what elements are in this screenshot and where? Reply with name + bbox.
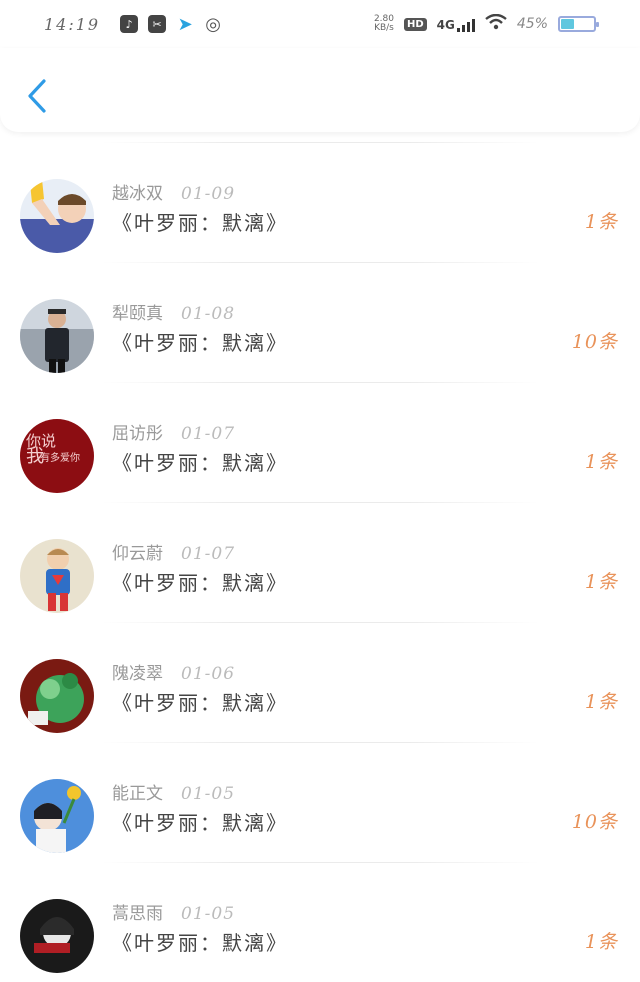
battery-fill bbox=[561, 19, 575, 29]
item-count: 10条 bbox=[571, 331, 618, 353]
item-count: 1条 bbox=[584, 571, 618, 593]
hd-badge: HD bbox=[404, 17, 427, 31]
avatar[interactable] bbox=[20, 299, 94, 373]
battery-percent: 45% bbox=[516, 16, 548, 32]
user-name: 屈访彤 bbox=[112, 424, 163, 444]
avatar[interactable] bbox=[20, 539, 94, 613]
item-count: 1条 bbox=[584, 931, 618, 953]
user-name: 隗凌翠 bbox=[112, 664, 163, 684]
scissors-app-icon: ✂ bbox=[148, 15, 167, 33]
item-date: 01-07 bbox=[181, 544, 236, 564]
status-bar: 14:19 ♪ ✂ ➤ ◎ 2.80 KB/s HD 4G 45% bbox=[0, 0, 640, 48]
item-title: 《叶罗丽：默漓》 bbox=[112, 691, 288, 715]
orbit-app-icon: ◎ bbox=[205, 13, 221, 35]
net-speed-unit: KB/s bbox=[374, 23, 394, 33]
list-item[interactable]: 越冰双 01-09 《叶罗丽：默漓》 1条 bbox=[0, 143, 640, 262]
item-date: 01-08 bbox=[181, 304, 236, 324]
back-button[interactable] bbox=[22, 76, 52, 116]
list-item[interactable]: 能正文 01-05 《叶罗丽：默漓》 10条 bbox=[0, 743, 640, 862]
signal-icon bbox=[456, 16, 475, 32]
item-header: 蒿思雨 01-05 bbox=[112, 899, 235, 924]
item-date: 01-09 bbox=[181, 184, 236, 204]
item-header: 屈访彤 01-07 bbox=[112, 419, 235, 444]
status-time: 14:19 bbox=[44, 14, 101, 34]
avatar[interactable] bbox=[20, 179, 94, 253]
chevron-left-icon bbox=[28, 79, 46, 113]
list-item[interactable]: 犁颐真 01-08 《叶罗丽：默漓》 10条 bbox=[0, 263, 640, 382]
list-item[interactable]: 蒿思雨 01-05 《叶罗丽：默漓》 1条 bbox=[0, 863, 640, 982]
user-name: 蒿思雨 bbox=[112, 904, 163, 924]
network-label: 4G bbox=[436, 18, 455, 32]
item-title: 《叶罗丽：默漓》 bbox=[112, 931, 288, 955]
item-count: 1条 bbox=[584, 451, 618, 473]
item-date: 01-05 bbox=[181, 904, 236, 924]
user-name: 仰云蔚 bbox=[112, 544, 163, 564]
user-name: 能正文 bbox=[112, 784, 163, 804]
header-bar bbox=[0, 48, 640, 132]
avatar-caption-line: 有多爱你 bbox=[40, 453, 80, 464]
list-item[interactable]: 仰云蔚 01-07 《叶罗丽：默漓》 1条 bbox=[0, 503, 640, 622]
battery-icon bbox=[558, 16, 599, 32]
item-date: 01-05 bbox=[181, 784, 236, 804]
list-item[interactable]: 隗凌翠 01-06 《叶罗丽：默漓》 1条 bbox=[0, 623, 640, 742]
wifi-icon bbox=[485, 13, 507, 34]
user-name: 犁颐真 bbox=[112, 304, 163, 324]
item-date: 01-06 bbox=[181, 664, 236, 684]
list-item[interactable]: 你说 我 有多爱你 屈访彤 01-07 《叶罗丽：默漓》 1条 bbox=[0, 383, 640, 502]
item-date: 01-07 bbox=[181, 424, 236, 444]
item-count: 10条 bbox=[571, 811, 618, 833]
music-app-icon: ♪ bbox=[120, 15, 139, 33]
item-header: 隗凌翠 01-06 bbox=[112, 659, 235, 684]
avatar[interactable] bbox=[20, 659, 94, 733]
item-header: 犁颐真 01-08 bbox=[112, 299, 235, 324]
avatar[interactable] bbox=[20, 899, 94, 973]
status-bar-right: 2.80 KB/s HD 4G 45% bbox=[374, 13, 599, 34]
status-bar-left: 14:19 ♪ ✂ ➤ ◎ bbox=[44, 13, 222, 35]
user-name: 越冰双 bbox=[112, 184, 163, 204]
item-title: 《叶罗丽：默漓》 bbox=[112, 211, 288, 235]
avatar-caption: 你说 我 有多爱你 bbox=[26, 433, 80, 467]
item-header: 能正文 01-05 bbox=[112, 779, 235, 804]
avatar[interactable] bbox=[20, 779, 94, 853]
item-title: 《叶罗丽：默漓》 bbox=[112, 331, 288, 355]
item-header: 仰云蔚 01-07 bbox=[112, 539, 235, 564]
item-header: 越冰双 01-09 bbox=[112, 179, 235, 204]
item-title: 《叶罗丽：默漓》 bbox=[112, 811, 288, 835]
message-list: 越冰双 01-09 《叶罗丽：默漓》 1条 犁颐真 01-08 《叶罗丽：默漓》 1… bbox=[0, 142, 640, 982]
item-count: 1条 bbox=[584, 691, 618, 713]
item-title: 《叶罗丽：默漓》 bbox=[112, 571, 288, 595]
bird-app-icon: ➤ bbox=[177, 13, 193, 35]
avatar[interactable]: 你说 我 有多爱你 bbox=[20, 419, 94, 493]
item-count: 1条 bbox=[584, 211, 618, 233]
network-type: 4G bbox=[437, 16, 475, 32]
item-title: 《叶罗丽：默漓》 bbox=[112, 451, 288, 475]
net-speed: 2.80 KB/s bbox=[374, 15, 394, 33]
